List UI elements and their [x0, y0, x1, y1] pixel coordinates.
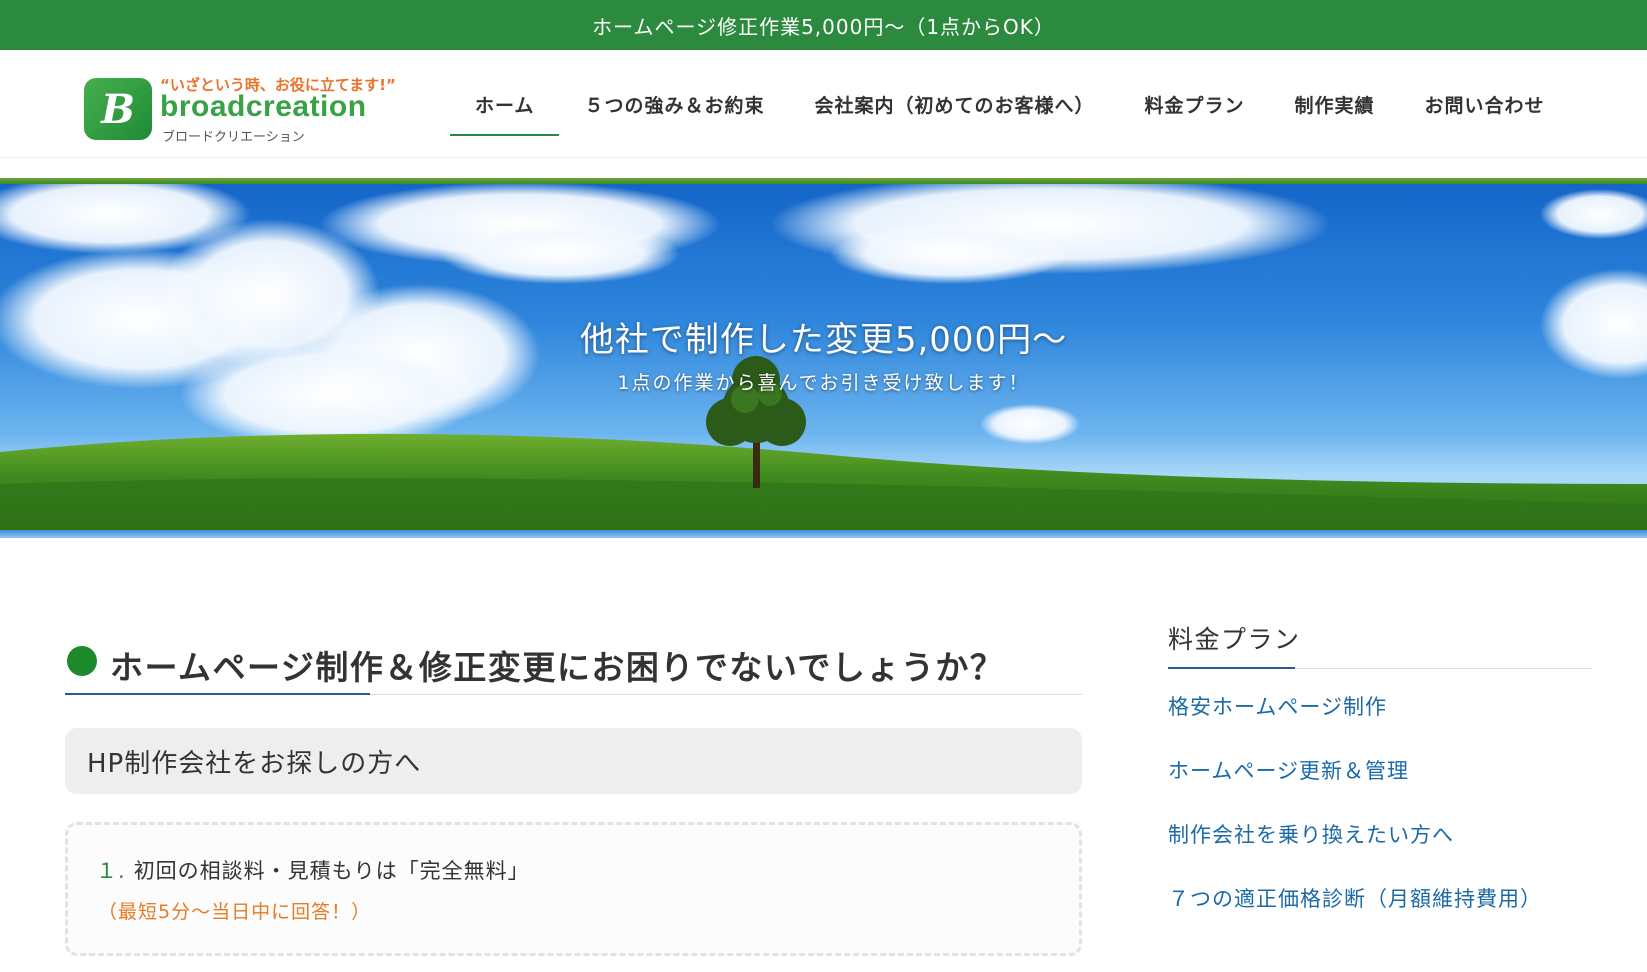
feature-note: （最短5分〜当日中に回答！）	[98, 901, 372, 923]
nav-item-pricing[interactable]: 料金プラン	[1119, 50, 1269, 158]
sidebar-link-update-management[interactable]: ホームページ更新＆管理	[1168, 755, 1592, 785]
hero-bottom-border	[0, 530, 1647, 538]
sidebar-title: 料金プラン	[1168, 620, 1592, 669]
subheading-box: HP制作会社をお探しの方へ	[65, 728, 1082, 794]
nav-item-home[interactable]: ホーム	[450, 50, 560, 158]
announcement-text: ホームページ修正作業5,000円〜（1点からOK）	[592, 14, 1055, 39]
sidebar-link-price-diagnosis[interactable]: ７つの適正価格診断（月額維持費用）	[1168, 883, 1592, 913]
hero-title: 他社で制作した変更5,000円〜	[579, 320, 1068, 360]
subheading-text: HP制作会社をお探しの方へ	[87, 748, 422, 779]
feature-text: 初回の相談料・見積もりは「完全無料」	[133, 859, 530, 883]
logo-name: broadcreation	[160, 90, 367, 123]
section-heading: ホームページ制作＆修正変更にお困りでないでしょうか？	[65, 637, 1082, 695]
announcement-bar: ホームページ修正作業5,000円〜（1点からOK）	[0, 0, 1647, 50]
nav-item-contact[interactable]: お問い合わせ	[1400, 50, 1570, 158]
site-logo[interactable]: B “いざという時、お役に立てます!” broadcreation ブロードクリ…	[84, 72, 396, 145]
logo-kana: ブロードクリエーション	[162, 130, 305, 145]
feature-line: １. 初回の相談料・見積もりは「完全無料」	[96, 855, 530, 885]
nav-item-company[interactable]: 会社案内（初めてのお客様へ）	[789, 50, 1119, 158]
green-dot-icon	[67, 646, 97, 676]
nav-item-strengths[interactable]: ５つの強み＆お約束	[559, 50, 789, 158]
site-header: B “いざという時、お役に立てます!” broadcreation ブロードクリ…	[0, 50, 1647, 158]
hero-subtitle: 1点の作業から喜んでお引き受け致します！	[617, 372, 1030, 394]
logo-mark-icon: B	[84, 78, 152, 140]
main-nav: ホーム ５つの強み＆お約束 会社案内（初めてのお客様へ） 料金プラン 制作実績 …	[450, 50, 1570, 158]
sidebar-link-switch-company[interactable]: 制作会社を乗り換えたい方へ	[1168, 819, 1592, 849]
feature-number: １.	[96, 859, 126, 883]
feature-card: １. 初回の相談料・見積もりは「完全無料」 （最短5分〜当日中に回答！）	[65, 822, 1082, 956]
section-heading-text: ホームページ制作＆修正変更にお困りでないでしょうか？	[110, 648, 1005, 687]
hero-banner: 他社で制作した変更5,000円〜 1点の作業から喜んでお引き受け致します！	[0, 184, 1647, 530]
sidebar: 料金プラン 格安ホームページ制作 ホームページ更新＆管理 制作会社を乗り換えたい…	[1168, 620, 1592, 913]
nav-item-works[interactable]: 制作実績	[1269, 50, 1399, 158]
sidebar-link-budget-site[interactable]: 格安ホームページ制作	[1168, 691, 1592, 721]
